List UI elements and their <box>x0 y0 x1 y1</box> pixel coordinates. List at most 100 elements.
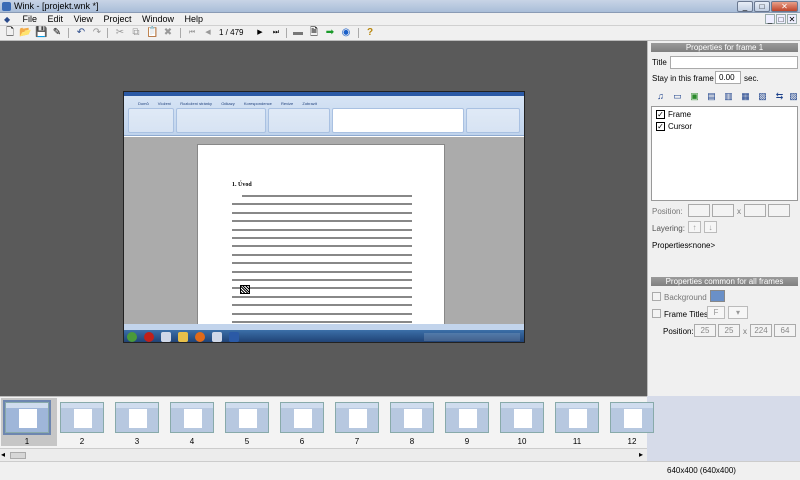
toolbar: 🗋 📂 💾 ✎ ↶ ↷ ✂ ⧉ 📋 ✖ ⏮ ◀ 1 / 479 ▶ ⏭ ▬ 🗎 … <box>0 26 800 41</box>
ribbon-tab: Odkazy <box>221 101 235 106</box>
app-menu-icon[interactable]: ◆ <box>4 15 14 24</box>
frame-screenshot[interactable]: Domů Vložení Rozložení stránky Odkazy Ko… <box>123 91 525 343</box>
open-icon[interactable]: 📂 <box>19 27 31 39</box>
frame-thumbnail[interactable] <box>445 402 489 433</box>
cursor-item-checkbox[interactable]: ✓ <box>656 122 665 131</box>
add-audio-icon[interactable]: ♫ <box>654 90 667 102</box>
help-icon[interactable]: ? <box>364 27 376 39</box>
next-frame-icon[interactable]: ▶ <box>254 27 266 39</box>
cut-icon[interactable]: ✂ <box>114 27 126 39</box>
add-input-icon[interactable]: ▥ <box>722 90 735 102</box>
toolbar-separator <box>180 28 181 38</box>
title-input[interactable] <box>670 56 798 69</box>
save-icon[interactable]: 💾 <box>35 27 47 39</box>
title-pos-x-input[interactable]: 25 <box>694 324 716 337</box>
new-icon[interactable]: 🗋 <box>4 27 16 39</box>
go-icon[interactable]: ➡ <box>324 27 336 39</box>
frame-thumbnail[interactable] <box>115 402 159 433</box>
stay-duration-input[interactable]: 0.00 <box>715 71 741 84</box>
frame-size-status: 640x400 (640x400) <box>667 466 736 475</box>
menu-bar: ◆ File Edit View Project Window Help <box>0 13 800 26</box>
title-color-dropdown[interactable]: ▾ <box>728 306 748 319</box>
frame-item-label[interactable]: Frame <box>668 110 691 119</box>
frame-props-icon[interactable]: ▬ <box>292 27 304 39</box>
frame-thumbnail[interactable] <box>555 402 599 433</box>
add-shape-icon[interactable]: ▨ <box>787 90 800 102</box>
title-pos-w-input[interactable]: 224 <box>750 324 772 337</box>
ribbon-group-font <box>176 108 266 133</box>
mouse-cursor-icon[interactable] <box>240 285 250 294</box>
add-comment-icon[interactable]: ▭ <box>671 90 684 102</box>
menu-help[interactable]: Help <box>181 13 208 26</box>
menu-view[interactable]: View <box>70 13 97 26</box>
position-x-input[interactable] <box>688 204 710 217</box>
prev-frame-icon[interactable]: ◀ <box>202 27 214 39</box>
title-pos-h-input[interactable]: 64 <box>774 324 796 337</box>
last-frame-icon[interactable]: ⏭ <box>270 27 282 39</box>
position-y-input[interactable] <box>712 204 734 217</box>
frame-thumbnail[interactable] <box>335 402 379 433</box>
frame-thumbnail[interactable] <box>610 402 654 433</box>
maximize-button[interactable]: □ <box>754 1 770 12</box>
frame-thumbnail[interactable] <box>225 402 269 433</box>
frame-thumbnail[interactable] <box>500 402 544 433</box>
document-text-line <box>242 195 412 197</box>
position-h-input[interactable] <box>768 204 790 217</box>
menu-project[interactable]: Project <box>99 13 135 26</box>
paste-icon[interactable]: 📋 <box>146 27 158 39</box>
close-button[interactable]: ✕ <box>771 1 798 12</box>
document-text-line <box>232 211 412 214</box>
undo-icon[interactable]: ↶ <box>75 27 87 39</box>
add-navigation-icon[interactable]: ⇆ <box>773 90 786 102</box>
title-pos-y-input[interactable]: 25 <box>718 324 740 337</box>
add-link-icon[interactable]: ▦ <box>739 90 752 102</box>
menu-edit[interactable]: Edit <box>44 13 68 26</box>
menu-window[interactable]: Window <box>138 13 178 26</box>
ribbon-tab: Vložení <box>157 101 172 106</box>
frame-thumbnail[interactable] <box>60 402 104 433</box>
frame-thumbnail[interactable] <box>3 400 51 435</box>
document-text-line <box>232 203 412 206</box>
layer-up-button[interactable]: ↑ <box>688 221 701 233</box>
copy-icon[interactable]: ⧉ <box>130 27 142 39</box>
background-checkbox[interactable] <box>652 292 661 301</box>
title-font-button[interactable]: F <box>707 306 725 319</box>
add-button-icon[interactable]: ▣ <box>688 90 701 102</box>
document-text-line <box>232 220 412 223</box>
frame-titles-checkbox[interactable] <box>652 309 661 318</box>
delete-icon[interactable]: ✖ <box>162 27 174 39</box>
ribbon-group-editing <box>466 108 520 133</box>
frame-thumbnail[interactable] <box>170 402 214 433</box>
page-icon[interactable]: 🗎 <box>308 27 320 39</box>
scroll-right-icon[interactable]: ▸ <box>639 450 643 459</box>
render-icon[interactable]: ✎ <box>51 27 63 39</box>
scroll-left-icon[interactable]: ◂ <box>1 450 5 459</box>
thumbnail-number: 7 <box>354 437 360 446</box>
document-text-line <box>232 287 412 290</box>
add-image-icon[interactable]: ▤ <box>705 90 718 102</box>
document-text-line <box>232 245 412 248</box>
cursor-item-label[interactable]: Cursor <box>668 122 692 131</box>
position-w-input[interactable] <box>744 204 766 217</box>
background-picker-icon[interactable] <box>710 290 725 302</box>
ribbon-group-paragraph <box>268 108 330 133</box>
frame-items-list: ✓ Frame ✓ Cursor <box>651 106 798 201</box>
frame-thumbnail[interactable] <box>390 402 434 433</box>
minimize-button[interactable]: _ <box>737 1 753 12</box>
mdi-restore-button[interactable]: □ <box>776 14 786 24</box>
frame-properties-header: Properties for frame 1 <box>651 43 798 52</box>
scroll-thumb[interactable] <box>10 452 26 459</box>
browser-icon[interactable]: ◉ <box>340 27 352 39</box>
frame-item-checkbox[interactable]: ✓ <box>656 110 665 119</box>
frame-thumbnail[interactable] <box>280 402 324 433</box>
add-text-icon[interactable]: ▧ <box>756 90 769 102</box>
redo-icon[interactable]: ↷ <box>91 27 103 39</box>
menu-file[interactable]: File <box>19 13 42 26</box>
layer-down-button[interactable]: ↓ <box>704 221 717 233</box>
first-frame-icon[interactable]: ⏮ <box>186 27 198 39</box>
mdi-close-button[interactable]: ✕ <box>787 14 797 24</box>
thumbnail-scrollbar[interactable]: ◂ ▸ <box>0 448 647 461</box>
stay-unit-label: sec. <box>744 74 759 83</box>
ribbon-tab: Zobrazit <box>302 101 317 106</box>
mdi-minimize-button[interactable]: _ <box>765 14 775 24</box>
